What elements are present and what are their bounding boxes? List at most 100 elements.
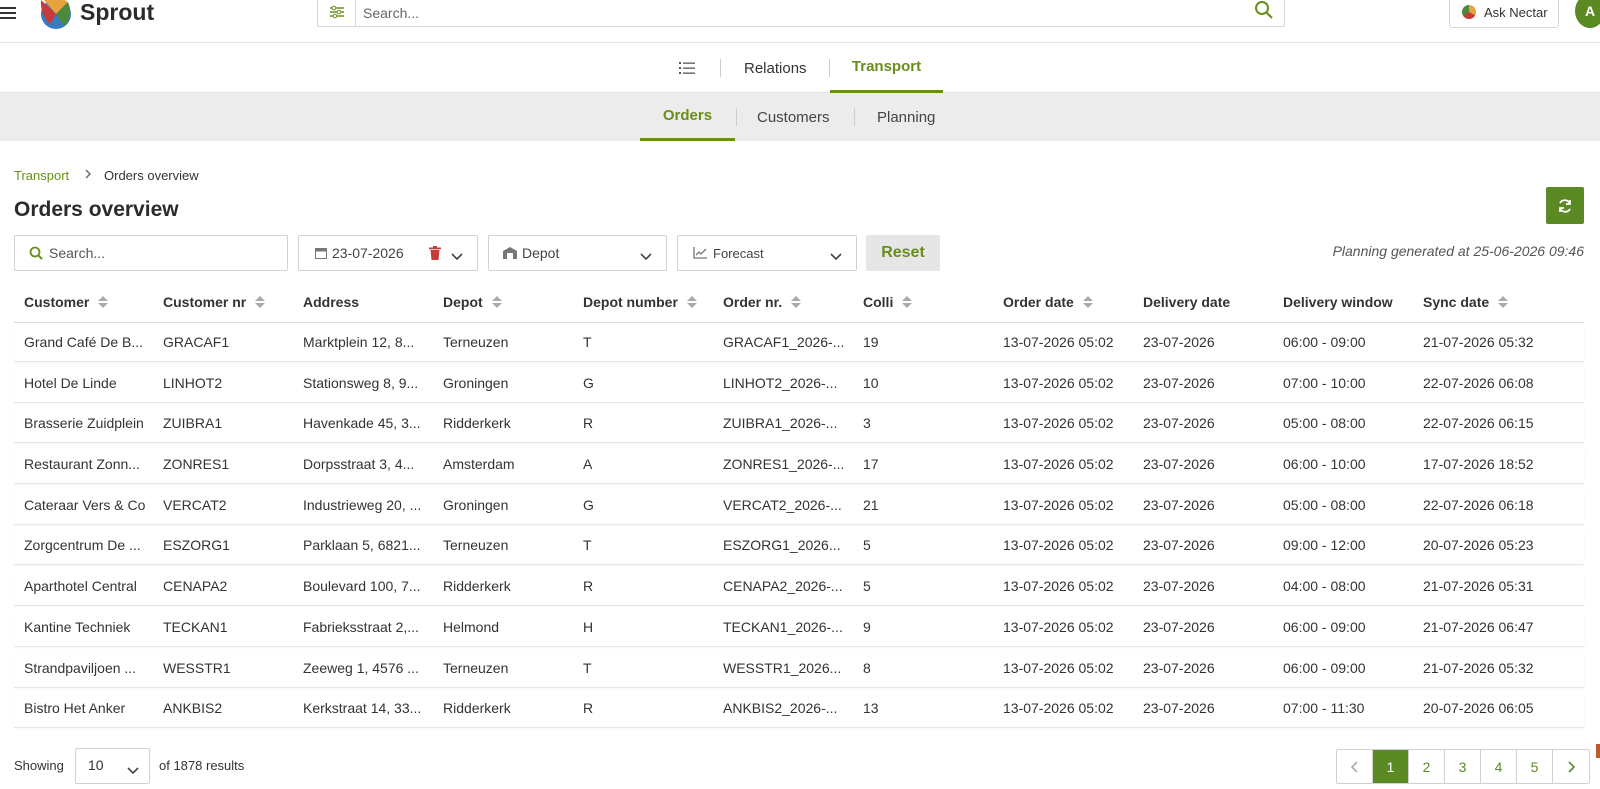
sort-icon[interactable] (491, 295, 502, 309)
sort-icon[interactable] (686, 295, 697, 309)
page-button[interactable]: 4 (1481, 750, 1517, 783)
table-row[interactable]: Kantine Techniek TECKAN1 Fabrieksstraat 2,… (14, 608, 1584, 646)
list-icon (679, 62, 695, 74)
date-value: 23-07-2026 (332, 245, 404, 261)
sort-icon[interactable] (97, 295, 109, 309)
refresh-button[interactable] (1546, 187, 1584, 224)
table-cell: 19 (863, 334, 879, 350)
planning-generated-text: Planning generated at 25-06-2026 09:46 (1332, 243, 1584, 259)
sort-icon[interactable] (1497, 295, 1509, 309)
trash-icon[interactable] (429, 246, 441, 263)
table-cell: ESZORG1 (163, 537, 230, 554)
table-cell: Industrieweg 20, ... (303, 496, 422, 513)
avatar[interactable]: A (1575, 0, 1600, 28)
table-row[interactable]: Restaurant Zonn... ZONRES1 Dorpsstraat 3, … (14, 446, 1584, 484)
table-cell: Havenkade 45, 3... (303, 415, 421, 432)
table-cell: Parklaan 5, 6821... (303, 537, 421, 554)
table-row[interactable]: Aparthotel Central CENAPA2 Boulevard 100, … (14, 568, 1584, 606)
table-cell: 20-07-2026 06:05 (1423, 700, 1534, 717)
tab-relations[interactable]: Relations (744, 43, 807, 93)
list-view-button[interactable] (679, 43, 695, 93)
table-cell: 8 (863, 659, 871, 676)
table-cell: GRACAF1_2026-... (723, 334, 845, 350)
table-cell: R (583, 700, 594, 717)
column-header[interactable]: Order nr. (723, 294, 802, 310)
table-cell: VERCAT2_2026-... (723, 496, 842, 513)
reset-button[interactable]: Reset (866, 235, 940, 271)
column-header-label: Sync date (1423, 294, 1490, 310)
nectar-icon (1462, 5, 1476, 19)
menu-icon[interactable] (0, 4, 18, 22)
refresh-icon (1559, 198, 1571, 213)
table-cell: Kantine Techniek (24, 618, 131, 635)
chevron-down-icon (640, 248, 652, 264)
table-cell: WESSTR1 (163, 659, 231, 676)
column-header[interactable]: Customer (24, 294, 109, 310)
tab-transport[interactable]: Transport (830, 43, 943, 93)
tab-customers[interactable]: Customers (757, 93, 830, 141)
table-cell: 13 (863, 700, 879, 717)
table-cell: 23-07-2026 (1143, 496, 1215, 513)
column-header[interactable]: Sync date (1423, 294, 1509, 310)
table-cell: Zorgcentrum De ... (24, 537, 141, 554)
table-row[interactable]: Brasserie Zuidplein ZUIBRA1 Havenkade 45, … (14, 405, 1584, 443)
column-header: Delivery window (1283, 294, 1393, 310)
chevron-right-icon[interactable] (1553, 750, 1589, 783)
breadcrumb-transport[interactable]: Transport (14, 168, 69, 183)
sort-icon[interactable] (1082, 295, 1093, 309)
page-button[interactable]: 2 (1409, 750, 1445, 783)
table-row[interactable]: Bistro Het Anker ANKBIS2 Kerkstraat 14, 33… (14, 690, 1584, 728)
table-cell: 05:00 - 08:00 (1283, 496, 1366, 513)
column-header-label: Address (303, 294, 360, 310)
forecast-select[interactable]: Forecast (677, 235, 857, 271)
column-header[interactable]: Depot (443, 294, 502, 310)
depot-select[interactable]: Depot (488, 235, 667, 271)
column-header[interactable]: Order date (1003, 294, 1093, 310)
page-button[interactable]: 1 (1373, 750, 1409, 783)
sort-icon[interactable] (254, 295, 266, 309)
table-cell: 17-07-2026 18:52 (1423, 456, 1534, 473)
order-search-input[interactable]: Search... (14, 235, 288, 271)
table-row[interactable]: Zorgcentrum De ... ESZORG1 Parklaan 5, 682… (14, 527, 1584, 565)
table-cell: 21-07-2026 05:31 (1423, 578, 1534, 595)
table-row[interactable]: Grand Café De B... GRACAF1 Marktplein 12, … (14, 324, 1584, 361)
table-cell: Terneuzen (443, 659, 509, 676)
sort-icon[interactable] (901, 295, 913, 309)
table-row[interactable]: Hotel De Linde LINHOT2 Stationsweg 8, 9...… (14, 364, 1584, 402)
global-search-input[interactable]: Search... (363, 5, 419, 21)
table-row[interactable]: Strandpaviljoen ... WESSTR1 Zeeweg 1, 4576… (14, 649, 1584, 687)
feedback-tab[interactable] (1596, 744, 1600, 758)
table-cell: 23-07-2026 (1143, 578, 1215, 595)
table-row[interactable]: Cateraar Vers & Co VERCAT2 Industrieweg 20… (14, 486, 1584, 524)
page-button[interactable]: 5 (1517, 750, 1553, 783)
column-header[interactable]: Depot number (583, 294, 697, 310)
table-cell: G (583, 496, 594, 513)
table-cell: Ridderkerk (443, 415, 511, 432)
column-header-label: Customer nr (163, 294, 247, 310)
table-cell: 17 (863, 456, 879, 473)
search-filter-button[interactable] (318, 0, 356, 26)
chevron-left-icon[interactable] (1337, 750, 1373, 783)
page-size-select[interactable]: 10 (75, 748, 150, 784)
column-header[interactable]: Colli (863, 294, 913, 310)
tab-planning[interactable]: Planning (877, 93, 935, 141)
showing-label: Showing (14, 758, 64, 773)
ask-nectar-button[interactable]: Ask Nectar (1449, 0, 1559, 28)
search-icon[interactable] (1254, 0, 1274, 25)
table-cell: 13-07-2026 05:02 (1003, 415, 1114, 432)
table-cell: ESZORG1_2026... (723, 537, 841, 554)
table-cell: 5 (863, 578, 871, 595)
top-bar: Sprout Search... Ask Nectar A (0, 0, 1600, 43)
table-cell: ANKBIS2_2026-... (723, 700, 838, 717)
chevron-right-icon (84, 168, 92, 183)
column-header-label: Delivery window (1283, 294, 1393, 310)
chevron-down-icon[interactable] (451, 248, 463, 264)
column-header[interactable]: Customer nr (163, 294, 266, 310)
sort-icon[interactable] (790, 295, 802, 309)
table-cell: Groningen (443, 496, 509, 513)
page-button[interactable]: 3 (1445, 750, 1481, 783)
sprout-logo[interactable] (34, 0, 74, 30)
tab-orders[interactable]: Orders (640, 93, 735, 141)
date-filter[interactable]: 23-07-2026 (298, 235, 478, 271)
table-cell: 23-07-2026 (1143, 456, 1215, 473)
